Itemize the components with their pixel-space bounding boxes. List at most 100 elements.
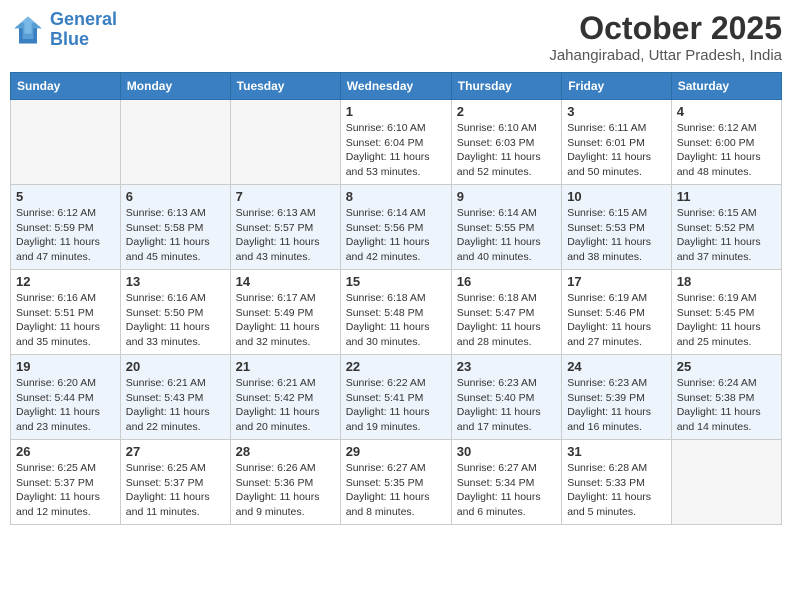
calendar-table: SundayMondayTuesdayWednesdayThursdayFrid… (10, 72, 782, 525)
day-info: Sunrise: 6:14 AMSunset: 5:56 PMDaylight:… (346, 206, 446, 265)
calendar-day-25: 25 Sunrise: 6:24 AMSunset: 5:38 PMDayligh… (671, 355, 781, 440)
calendar-day-30: 30 Sunrise: 6:27 AMSunset: 5:34 PMDayligh… (451, 440, 561, 525)
calendar-empty (120, 100, 230, 185)
calendar-day-26: 26 Sunrise: 6:25 AMSunset: 5:37 PMDayligh… (11, 440, 121, 525)
calendar-day-29: 29Sunrise: 6:27 AMSunset: 5:35 PMDayligh… (340, 440, 451, 525)
calendar-empty (230, 100, 340, 185)
calendar-day-22: 22Sunrise: 6:22 AMSunset: 5:41 PMDayligh… (340, 355, 451, 440)
column-header-wednesday: Wednesday (340, 73, 451, 100)
day-info: Sunrise: 6:11 AMSunset: 6:01 PMDaylight:… (567, 121, 666, 180)
day-number: 25 (677, 359, 776, 374)
calendar-day-5: 5Sunrise: 6:12 AMSunset: 5:59 PMDaylight… (11, 185, 121, 270)
day-info: Sunrise: 6:24 AMSunset: 5:38 PMDaylight:… (677, 376, 776, 435)
day-number: 20 (126, 359, 225, 374)
calendar-day-24: 24Sunrise: 6:23 AMSunset: 5:39 PMDayligh… (562, 355, 672, 440)
day-info: Sunrise: 6:25 AMSunset: 5:37 PMDaylight:… (126, 461, 225, 520)
calendar-day-19: 19 Sunrise: 6:20 AMSunset: 5:44 PMDayligh… (11, 355, 121, 440)
calendar-day-1: 1Sunrise: 6:10 AMSunset: 6:04 PMDaylight… (340, 100, 451, 185)
day-info: Sunrise: 6:17 AMSunset: 5:49 PMDaylight:… (236, 291, 335, 350)
day-info: Sunrise: 6:19 AMSunset: 5:45 PMDaylight:… (677, 291, 776, 350)
day-info: Sunrise: 6:27 AMSunset: 5:34 PMDaylight:… (457, 461, 556, 520)
day-info: Sunrise: 6:12 AMSunset: 6:00 PMDaylight:… (677, 121, 776, 180)
calendar-week-1: 1Sunrise: 6:10 AMSunset: 6:04 PMDaylight… (11, 100, 782, 185)
day-info: Sunrise: 6:13 AMSunset: 5:58 PMDaylight:… (126, 206, 225, 265)
calendar-empty (11, 100, 121, 185)
day-info: Sunrise: 6:16 AMSunset: 5:51 PMDaylight:… (16, 291, 115, 350)
calendar-empty (671, 440, 781, 525)
day-number: 31 (567, 444, 666, 459)
logo-line1: General (50, 9, 117, 29)
calendar-day-27: 27 Sunrise: 6:25 AMSunset: 5:37 PMDayligh… (120, 440, 230, 525)
title-block: October 2025 Jahangirabad, Uttar Pradesh… (549, 10, 782, 64)
calendar-day-23: 23 Sunrise: 6:23 AMSunset: 5:40 PMDayligh… (451, 355, 561, 440)
logo-text: General Blue (50, 10, 117, 50)
day-number: 11 (677, 189, 776, 204)
calendar-day-31: 31Sunrise: 6:28 AMSunset: 5:33 PMDayligh… (562, 440, 672, 525)
calendar-day-21: 21Sunrise: 6:21 AMSunset: 5:42 PMDayligh… (230, 355, 340, 440)
calendar-day-13: 13Sunrise: 6:16 AMSunset: 5:50 PMDayligh… (120, 270, 230, 355)
day-info: Sunrise: 6:14 AMSunset: 5:55 PMDaylight:… (457, 206, 556, 265)
day-number: 2 (457, 104, 556, 119)
day-number: 28 (236, 444, 335, 459)
day-info: Sunrise: 6:23 AMSunset: 5:40 PMDaylight:… (457, 376, 556, 435)
day-number: 30 (457, 444, 556, 459)
day-number: 17 (567, 274, 666, 289)
calendar-day-17: 17 Sunrise: 6:19 AMSunset: 5:46 PMDayligh… (562, 270, 672, 355)
day-info: Sunrise: 6:25 AMSunset: 5:37 PMDaylight:… (16, 461, 115, 520)
month-title: October 2025 (549, 10, 782, 47)
day-number: 16 (457, 274, 556, 289)
calendar-day-10: 10Sunrise: 6:15 AMSunset: 5:53 PMDayligh… (562, 185, 672, 270)
day-info: Sunrise: 6:22 AMSunset: 5:41 PMDaylight:… (346, 376, 446, 435)
day-info: Sunrise: 6:10 AMSunset: 6:04 PMDaylight:… (346, 121, 446, 180)
calendar-header-row: SundayMondayTuesdayWednesdayThursdayFrid… (11, 73, 782, 100)
day-number: 14 (236, 274, 335, 289)
calendar-day-3: 3 Sunrise: 6:11 AMSunset: 6:01 PMDaylight… (562, 100, 672, 185)
calendar-week-5: 26 Sunrise: 6:25 AMSunset: 5:37 PMDayligh… (11, 440, 782, 525)
day-info: Sunrise: 6:18 AMSunset: 5:48 PMDaylight:… (346, 291, 446, 350)
day-info: Sunrise: 6:16 AMSunset: 5:50 PMDaylight:… (126, 291, 225, 350)
day-number: 19 (16, 359, 115, 374)
column-header-sunday: Sunday (11, 73, 121, 100)
calendar-day-12: 12 Sunrise: 6:16 AMSunset: 5:51 PMDayligh… (11, 270, 121, 355)
day-info: Sunrise: 6:13 AMSunset: 5:57 PMDaylight:… (236, 206, 335, 265)
calendar-day-6: 6 Sunrise: 6:13 AMSunset: 5:58 PMDaylight… (120, 185, 230, 270)
column-header-tuesday: Tuesday (230, 73, 340, 100)
calendar-day-18: 18 Sunrise: 6:19 AMSunset: 5:45 PMDayligh… (671, 270, 781, 355)
column-header-thursday: Thursday (451, 73, 561, 100)
calendar-day-20: 20 Sunrise: 6:21 AMSunset: 5:43 PMDayligh… (120, 355, 230, 440)
day-info: Sunrise: 6:21 AMSunset: 5:43 PMDaylight:… (126, 376, 225, 435)
page-header: General Blue October 2025 Jahangirabad, … (10, 10, 782, 64)
day-number: 3 (567, 104, 666, 119)
day-number: 27 (126, 444, 225, 459)
calendar-day-7: 7 Sunrise: 6:13 AMSunset: 5:57 PMDaylight… (230, 185, 340, 270)
calendar-week-4: 19 Sunrise: 6:20 AMSunset: 5:44 PMDayligh… (11, 355, 782, 440)
day-info: Sunrise: 6:26 AMSunset: 5:36 PMDaylight:… (236, 461, 335, 520)
day-number: 24 (567, 359, 666, 374)
day-number: 7 (236, 189, 335, 204)
column-header-monday: Monday (120, 73, 230, 100)
calendar-day-15: 15 Sunrise: 6:18 AMSunset: 5:48 PMDayligh… (340, 270, 451, 355)
day-info: Sunrise: 6:15 AMSunset: 5:53 PMDaylight:… (567, 206, 666, 265)
column-header-friday: Friday (562, 73, 672, 100)
day-number: 29 (346, 444, 446, 459)
day-number: 18 (677, 274, 776, 289)
day-number: 4 (677, 104, 776, 119)
day-number: 23 (457, 359, 556, 374)
calendar-day-14: 14 Sunrise: 6:17 AMSunset: 5:49 PMDayligh… (230, 270, 340, 355)
day-info: Sunrise: 6:10 AMSunset: 6:03 PMDaylight:… (457, 121, 556, 180)
location: Jahangirabad, Uttar Pradesh, India (549, 47, 782, 64)
day-number: 26 (16, 444, 115, 459)
calendar-day-9: 9Sunrise: 6:14 AMSunset: 5:55 PMDaylight… (451, 185, 561, 270)
calendar-day-8: 8Sunrise: 6:14 AMSunset: 5:56 PMDaylight… (340, 185, 451, 270)
day-info: Sunrise: 6:15 AMSunset: 5:52 PMDaylight:… (677, 206, 776, 265)
calendar-week-2: 5Sunrise: 6:12 AMSunset: 5:59 PMDaylight… (11, 185, 782, 270)
day-number: 12 (16, 274, 115, 289)
day-number: 21 (236, 359, 335, 374)
day-info: Sunrise: 6:12 AMSunset: 5:59 PMDaylight:… (16, 206, 115, 265)
calendar-day-4: 4 Sunrise: 6:12 AMSunset: 6:00 PMDaylight… (671, 100, 781, 185)
day-number: 6 (126, 189, 225, 204)
day-info: Sunrise: 6:19 AMSunset: 5:46 PMDaylight:… (567, 291, 666, 350)
day-info: Sunrise: 6:20 AMSunset: 5:44 PMDaylight:… (16, 376, 115, 435)
day-number: 15 (346, 274, 446, 289)
logo-icon (10, 12, 46, 48)
